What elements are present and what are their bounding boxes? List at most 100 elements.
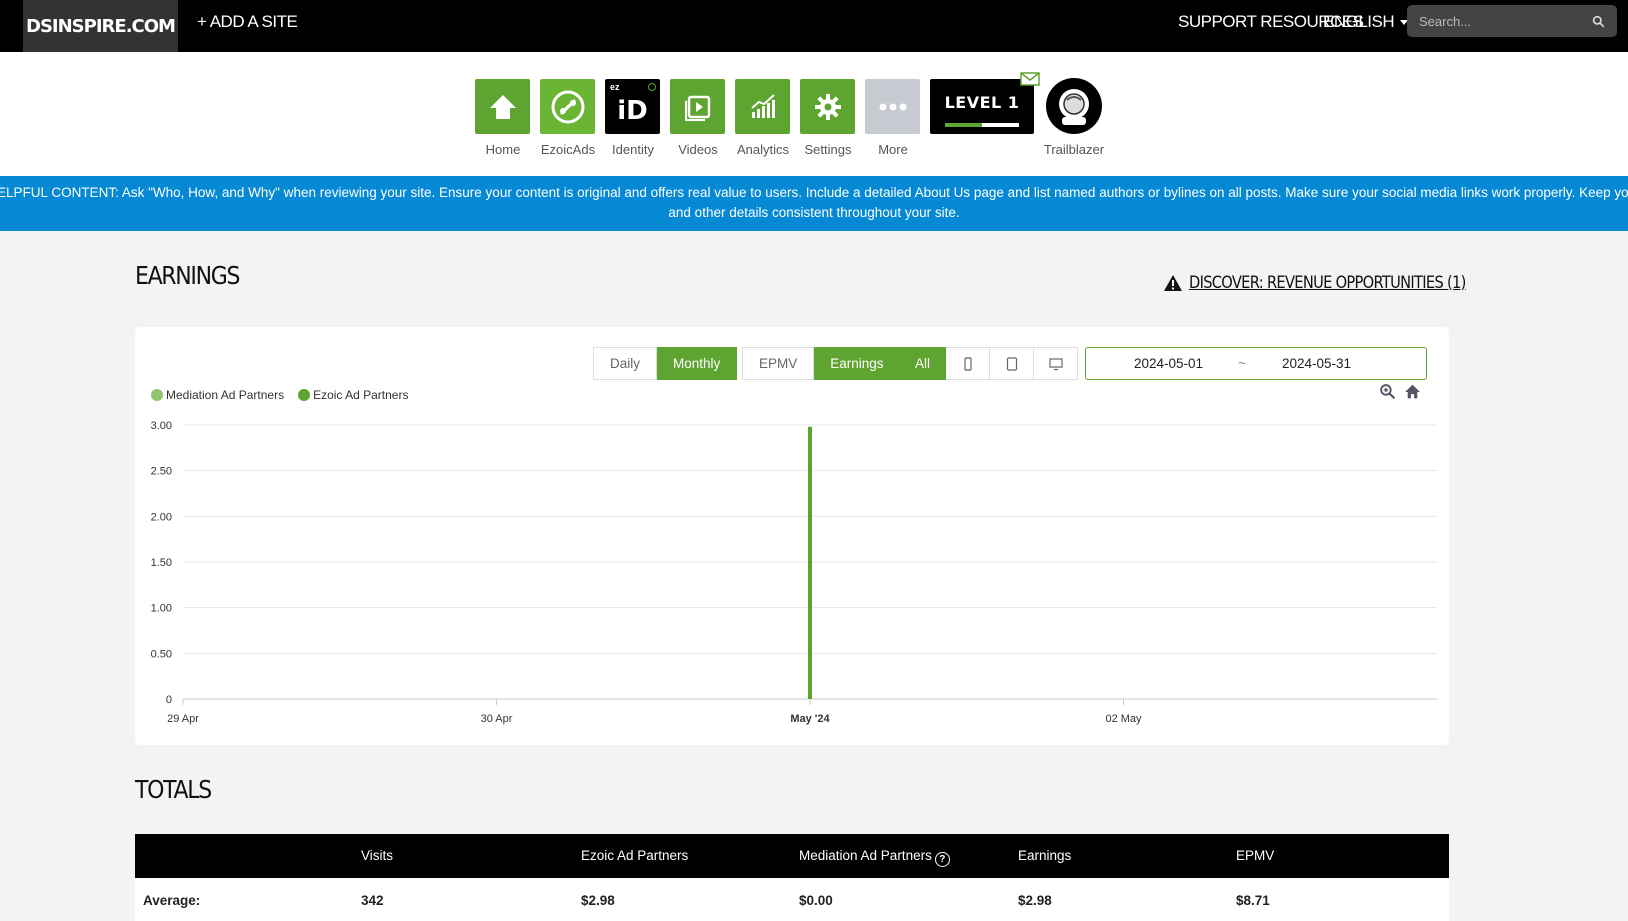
help-icon[interactable]: ? [934,852,950,867]
header-visits: Visits [361,848,394,863]
mail-icon[interactable] [1020,72,1040,86]
legend-label: Ezoic Ad Partners [313,388,409,402]
level-label: LEVEL 1 [944,93,1020,112]
legend-label: Mediation Ad Partners [166,388,285,402]
language-dropdown[interactable]: ENGLISH [1323,0,1409,44]
analytics-icon [735,79,790,134]
epmv-button[interactable]: EPMV [742,347,815,380]
level-badge[interactable]: LEVEL 1 [930,79,1034,134]
device-toggle: All [899,347,1078,380]
y-tick-label: 0 [166,694,172,706]
daily-button[interactable]: Daily [593,347,658,380]
date-end[interactable]: 2024-05-31 [1282,356,1351,371]
earnings-title: EARNINGS [135,261,240,290]
legend-item-ezoic[interactable]: Ezoic Ad Partners [298,388,408,402]
astronaut-icon [1059,89,1089,125]
chart-tools [1379,383,1421,400]
gear-icon [800,79,855,134]
mobile-icon [963,356,972,371]
cell-earnings: $2.98 [1018,893,1052,908]
earnings-button[interactable]: Earnings [814,347,901,380]
desktop-icon [1048,357,1063,370]
y-tick-label: 1.00 [151,603,172,615]
nav-label: More [878,142,908,157]
tablet-button[interactable] [990,347,1034,380]
table-header: Visits Ezoic Ad Partners Mediation Ad Pa… [135,834,1449,878]
reset-home-icon[interactable] [1404,383,1421,400]
x-tick-label: May '24 [790,713,830,725]
legend-dot [151,389,163,401]
y-tick-label: 0.50 [151,648,172,660]
y-tick-label: 3.00 [151,420,172,432]
nav-analytics[interactable]: Analytics [735,79,791,157]
metric-toggle: EPMV Earnings [742,347,901,380]
y-tick-label: 2.00 [151,511,172,523]
header-ezoic: Ezoic Ad Partners [581,848,689,863]
all-devices-button[interactable]: All [899,347,946,380]
search-placeholder: Search... [1419,13,1472,29]
zoom-icon[interactable] [1379,383,1396,400]
y-tick-label: 2.50 [151,466,172,478]
search-icon[interactable] [1592,15,1605,28]
header-mediation: Mediation Ad Partners? [799,848,950,867]
totals-title: TOTALS [135,775,212,804]
videos-icon [670,79,725,134]
date-start[interactable]: 2024-05-01 [1134,356,1203,371]
trailblazer-avatar[interactable] [1046,78,1102,134]
row-label: Average: [143,893,201,908]
chart-legend: Mediation Ad Partners Ezoic Ad Partners [151,388,408,402]
tablet-icon [1006,356,1017,371]
identity-text: iD [617,95,648,126]
period-toggle: Daily Monthly [593,347,738,380]
x-tick-label: 29 Apr [167,713,199,725]
header-epmv: EPMV [1236,848,1275,863]
x-tick-label: 02 May [1105,713,1142,725]
cell-epmv: $8.71 [1236,893,1270,908]
header-mediation-label: Mediation Ad Partners [799,848,932,863]
cell-visits: 342 [361,893,384,908]
warning-icon [1164,275,1182,291]
bar-ezoic-ad-partners [808,426,812,699]
nav-ezoicads[interactable]: EzoicAds [540,79,596,157]
earnings-chart: 0 0.50 1.00 1.50 2.00 2.50 3.00 29 Apr 30 Apr May… [151,420,1437,725]
discover-link[interactable]: DISCOVER: REVENUE OPPORTUNITIES (1) [1163,273,1511,293]
cell-mediation: $0.00 [799,893,833,908]
banner-line-2: and other details consistent throughout … [668,205,960,220]
nav-home[interactable]: Home [475,79,531,157]
site-brand[interactable]: DSINSPIRE.COM [23,0,178,52]
identity-icon: ez iD [605,79,660,134]
legend-item-mediation[interactable]: Mediation Ad Partners [151,388,284,402]
legend-dot [298,389,311,401]
x-tick-label: 30 Apr [481,713,513,725]
totals-table: Visits Ezoic Ad Partners Mediation Ad Pa… [135,834,1449,921]
desktop-button[interactable] [1034,347,1078,380]
date-separator: ~ [1238,356,1246,371]
earnings-chart-card: Daily Monthly EPMV Earnings All 2024-05-… [135,327,1449,745]
app-nav: Home EzoicAds ez iD Identity Videos Anal… [0,52,1628,176]
status-dot-icon [648,83,656,91]
nav-identity[interactable]: ez iD Identity [605,79,661,157]
y-tick-label: 1.50 [151,557,172,569]
header-earnings: Earnings [1018,848,1072,863]
discover-link-text: DISCOVER: REVENUE OPPORTUNITIES (1) [1189,273,1466,293]
add-site-link[interactable]: + ADD A SITE [197,0,298,44]
nav-settings[interactable]: Settings [800,79,856,157]
trailblazer-label: Trailblazer [1043,142,1105,157]
banner-line-1: HELPFUL CONTENT: Ask "Who, How, and Why"… [0,185,1628,200]
language-label: ENGLISH [1323,12,1395,31]
home-icon [475,79,530,134]
level-progress-bar [945,123,1019,127]
tip-banner: HELPFUL CONTENT: Ask "Who, How, and Why"… [0,176,1628,231]
more-icon [865,79,920,134]
monthly-button[interactable]: Monthly [657,347,738,380]
identity-badge: ez [610,82,620,92]
search-input[interactable]: Search... [1407,5,1617,37]
nav-videos[interactable]: Videos [670,79,726,157]
table-row: Average: 342 $2.98 $0.00 $2.98 $8.71 [135,878,1449,921]
ezoicads-icon [540,79,595,134]
nav-more[interactable]: More [865,79,921,157]
cell-ezoic: $2.98 [581,893,615,908]
mobile-button[interactable] [946,347,990,380]
top-navbar: DSINSPIRE.COM + ADD A SITE SUPPORT RESOU… [0,0,1628,52]
date-range-picker[interactable]: 2024-05-01 ~ 2024-05-31 [1085,347,1427,380]
